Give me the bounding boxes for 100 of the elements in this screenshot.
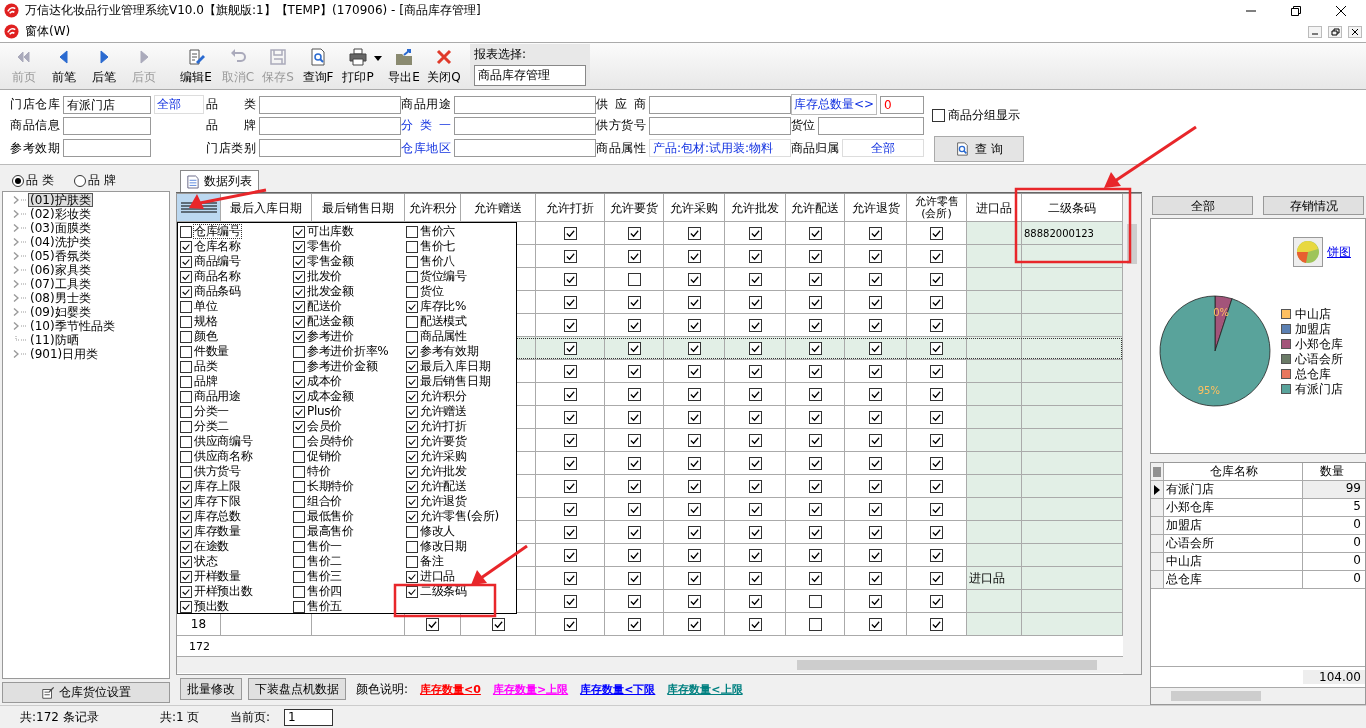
checkbox[interactable] [563,295,577,309]
checkbox[interactable] [748,456,762,470]
checkbox[interactable] [180,465,192,478]
column-chooser-icon[interactable] [180,200,217,215]
checkbox[interactable] [563,226,577,240]
caret-icon[interactable] [374,55,382,61]
checkbox[interactable] [627,295,641,309]
checkbox[interactable] [687,341,701,355]
column-header[interactable]: 仓库名称 [1164,463,1303,480]
checkbox[interactable] [687,571,701,585]
column-header[interactable]: 允许打折 [546,201,594,214]
checkbox[interactable] [293,255,305,268]
checkbox[interactable] [406,555,418,568]
checkbox[interactable] [627,387,641,401]
toolbar-button[interactable]: 打印P [338,46,378,86]
checkbox[interactable] [563,341,577,355]
checkbox[interactable] [930,387,943,401]
checkbox[interactable] [180,585,192,598]
checkbox[interactable] [930,318,943,332]
checkbox[interactable] [748,249,762,263]
checkbox[interactable] [687,594,701,608]
checkbox[interactable] [180,405,192,418]
checkbox[interactable] [687,479,701,493]
toolbar-button[interactable]: 查询F [298,46,338,86]
checkbox[interactable] [930,502,943,516]
checkbox[interactable] [180,480,192,493]
checkbox[interactable] [808,387,822,401]
checkbox[interactable] [293,495,305,508]
checkbox[interactable] [687,548,701,562]
checkbox[interactable] [808,364,822,378]
action-button[interactable]: 批量修改 [180,678,242,700]
checkbox[interactable] [687,433,701,447]
radio-button[interactable]: 品 类 [12,172,54,189]
checkbox[interactable] [406,270,418,283]
checkbox[interactable] [930,548,943,562]
checkbox[interactable] [808,479,822,493]
checkbox[interactable] [563,617,577,631]
restore-icon[interactable] [1328,25,1342,38]
checkbox[interactable] [930,226,943,240]
checkbox[interactable] [563,249,577,263]
checkbox[interactable] [180,360,192,373]
checkbox[interactable] [869,525,882,539]
expand-icon[interactable] [13,196,19,204]
query-button[interactable]: 查 询 [934,136,1024,162]
checkbox[interactable] [406,240,418,253]
column-header[interactable]: 二级条码 [1048,201,1096,214]
checkbox[interactable] [627,410,641,424]
checkbox[interactable] [687,318,701,332]
location-settings-button[interactable]: 仓库货位设置 [2,682,170,703]
checkbox[interactable] [869,617,882,631]
input-field[interactable] [649,116,791,135]
checkbox[interactable] [808,341,822,355]
checkbox[interactable] [563,364,577,378]
horizontal-scrollbar[interactable] [177,657,1123,673]
checkbox[interactable] [293,360,305,373]
checkbox[interactable] [180,555,192,568]
checkbox[interactable] [406,255,418,268]
expand-icon[interactable] [13,308,19,316]
input-field[interactable] [63,116,151,135]
checkbox[interactable] [627,479,641,493]
checkbox[interactable] [293,585,305,598]
checkbox[interactable] [748,479,762,493]
checkbox[interactable] [687,410,701,424]
checkbox[interactable] [293,570,305,583]
checkbox[interactable] [808,571,822,585]
checkbox[interactable] [406,435,418,448]
close-icon[interactable] [1336,5,1346,16]
checkbox[interactable] [180,435,192,448]
checkbox[interactable] [293,540,305,553]
column-header[interactable]: 最后销售日期 [322,201,394,214]
checkbox[interactable] [180,540,192,553]
input-field[interactable]: 0 [880,95,924,114]
checkbox[interactable] [748,318,762,332]
checkbox[interactable] [748,433,762,447]
checkbox[interactable] [293,525,305,538]
pie-chart-icon[interactable] [1293,237,1323,267]
checkbox[interactable] [180,600,192,613]
checkbox[interactable] [748,295,762,309]
checkbox[interactable] [563,433,577,447]
checkbox[interactable] [406,495,418,508]
checkbox[interactable] [293,330,305,343]
filter-link[interactable]: 分 类 一 [401,117,451,134]
expand-icon[interactable] [13,280,19,288]
checkbox[interactable] [687,617,701,631]
column-header[interactable]: 允许赠送 [474,201,522,214]
input-field[interactable] [454,139,596,157]
tree-item[interactable]: (10)季节性品类 [28,319,117,333]
checkbox[interactable] [180,450,192,463]
checkbox[interactable] [627,617,641,631]
checkbox[interactable] [293,510,305,523]
checkbox[interactable] [687,272,701,286]
checkbox[interactable] [869,272,882,286]
input-field[interactable] [259,95,401,114]
column-header[interactable]: 允许配送 [791,201,839,214]
checkbox[interactable] [406,345,418,358]
checkbox[interactable] [406,300,418,313]
checkbox[interactable] [180,495,192,508]
checkbox[interactable] [748,594,762,608]
checkbox[interactable] [869,456,882,470]
checkbox[interactable] [748,410,762,424]
